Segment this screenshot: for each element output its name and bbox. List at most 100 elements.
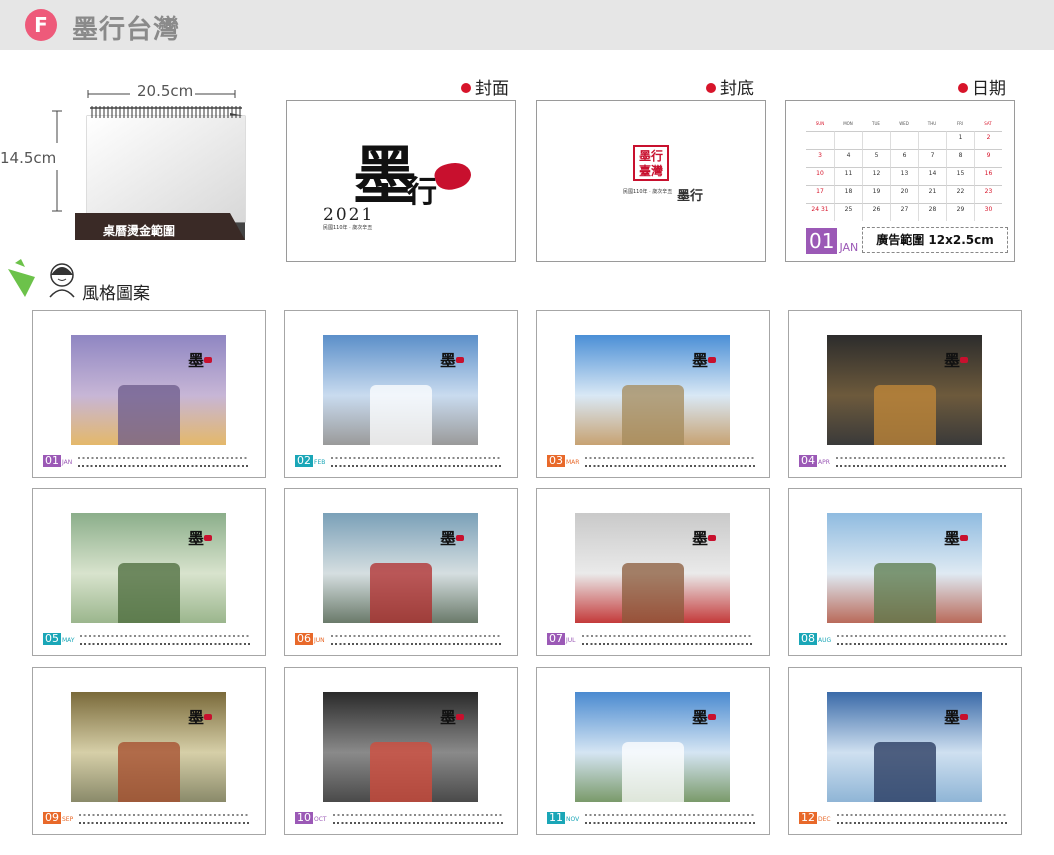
weekday-letters [585,814,756,816]
illustration-landmark [621,384,684,445]
signature-seal [456,535,464,541]
day-numbers [80,643,251,645]
month-name: MAY [62,637,75,644]
month-card: 墨 11 NOV [536,667,770,835]
month-day-row [331,457,502,467]
calendar-day [834,131,862,149]
illustration-landmark [873,741,936,802]
illustration-landmark [117,384,180,445]
month-card: 墨 08 AUG [788,488,1022,656]
cover-subtitle: 民國110年 · 歲次辛丑 [323,225,373,231]
day-numbers [835,465,1006,467]
month-number: 09 [43,811,61,824]
artist-signature: 墨 [943,351,960,370]
month-name: FEB [314,459,326,466]
weekday-letters [835,457,1006,459]
month-illustration: 墨 [71,692,226,802]
calendar-day: 30 [974,203,1002,221]
month-illustration: 墨 [827,513,982,623]
signature-seal [708,714,716,720]
weekday-header: TUE [872,121,880,126]
calendar-day: 13 [890,167,918,185]
artist-signature: 墨 [943,529,960,548]
cover-calligraphy-2: 行 [407,175,437,210]
month-illustration: 墨 [827,692,982,802]
month-day-row [79,814,250,824]
calendar-day: 19 [862,185,890,203]
month-name: JUN [314,637,325,644]
calendar-day: 10 [806,167,834,185]
month-card: 墨 07 JUL [536,488,770,656]
day-numbers [837,643,1008,645]
illustration-landmark [873,562,936,623]
calendar-day: 12 [862,167,890,185]
signature-seal [960,357,968,363]
day-numbers [585,465,756,467]
width-dimension: 20.5cm [137,82,194,100]
month-strip: 01 JAN [43,455,257,467]
signature-seal [960,714,968,720]
cover-page: 墨 行 2021 民國110年 · 歲次辛丑 [286,100,516,262]
illustration-landmark [117,741,180,802]
gold-foil-area-label: 桌曆燙金範圍 [103,224,176,238]
artist-signature: 墨 [187,351,204,370]
back-label: 封底 [706,74,754,99]
signature-seal [204,535,212,541]
month-card: 墨 03 MAR [536,310,770,478]
weekday-letters [585,457,756,459]
calendar-day: 18 [834,185,862,203]
signature-seal [960,535,968,541]
day-numbers [332,822,503,824]
month-illustration: 墨 [323,335,478,445]
month-number: 03 [547,454,565,467]
month-number: 01 [43,454,61,467]
artist-signature: 墨 [691,529,708,548]
style-section-icon [8,259,75,298]
calendar-day: 4 [834,149,862,167]
illustration-landmark [621,562,684,623]
weekday-letters [836,814,1007,816]
artist-signature: 墨 [439,708,456,727]
day-numbers [581,643,752,645]
weekday-header: SUN [815,121,825,126]
weekday-letters [330,635,501,637]
weekday-header: WED [899,121,909,126]
back-signature: 墨行 [677,189,704,204]
weekday-letters [332,814,503,816]
artist-signature: 墨 [439,351,456,370]
month-number: 08 [799,632,817,645]
month-name: MAR [566,459,580,466]
month-number: 10 [295,811,313,824]
ad-area: 廣告範圍 12x2.5cm [862,227,1008,253]
month-name: SEP [62,816,74,823]
date-month-number: 01 [806,228,838,254]
month-day-row [585,457,756,467]
date-month-tag: 01 JAN [806,228,858,254]
month-strip: 11 NOV [547,812,761,824]
month-illustration: 墨 [323,513,478,623]
day-numbers [79,822,250,824]
calendar-day: 22 [946,185,974,203]
weekday-header: FRI [956,121,964,126]
month-strip: 03 MAR [547,455,761,467]
month-number: 04 [799,454,817,467]
illustration-landmark [369,741,432,802]
month-day-row [836,814,1007,824]
illustration-landmark [621,741,684,802]
section-badge: F [25,9,57,41]
weekday-header: THU [927,121,937,126]
month-number: 06 [295,632,313,645]
illustration-landmark [369,384,432,445]
day-numbers [331,465,502,467]
weekday-letters [331,457,502,459]
month-card: 墨 06 JUN [284,488,518,656]
calendar-day: 15 [946,167,974,185]
calendar-day: 8 [946,149,974,167]
calendar-day: 23 [974,185,1002,203]
month-strip: 07 JUL [547,633,761,645]
month-day-row [332,814,503,824]
weekday-letters [837,635,1008,637]
calendar-day: 29 [946,203,974,221]
month-strip: 05 MAY [43,633,257,645]
month-strip: 04 APR [799,455,1013,467]
